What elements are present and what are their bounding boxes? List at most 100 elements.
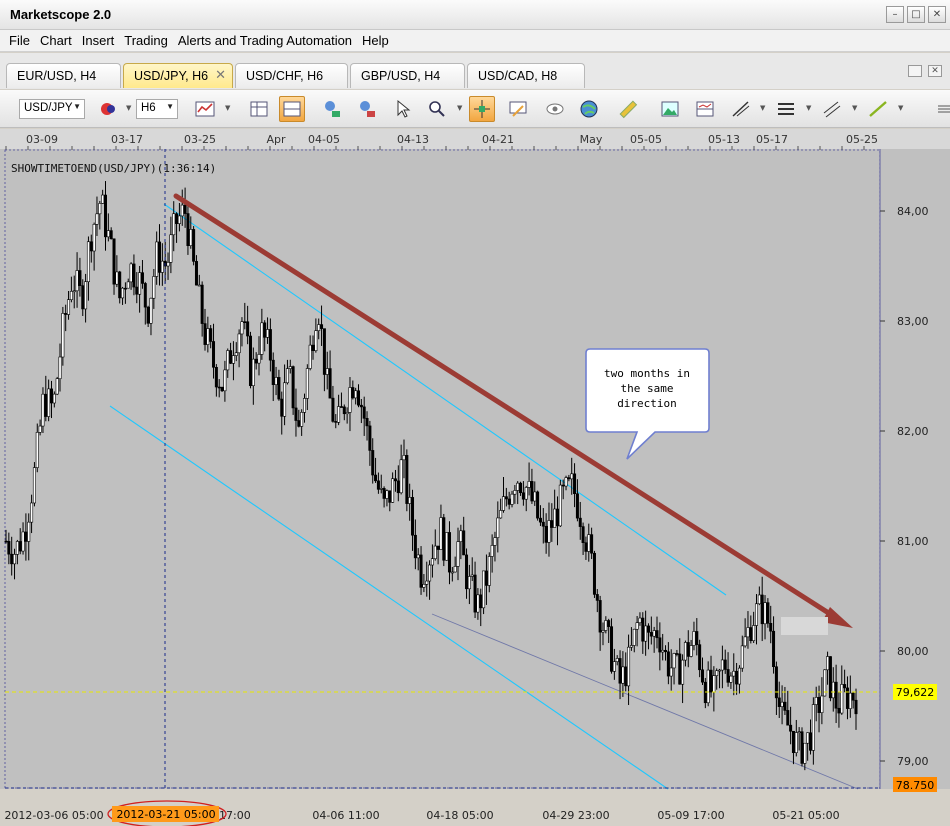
chevron-down-icon[interactable]: ▼ bbox=[852, 104, 857, 112]
chart-toolbar: USD/JPY ▼ ▼ H6 ▼ ▼ ▼ ▼ ▼ ▼ ▼ bbox=[0, 90, 950, 128]
candle-body bbox=[413, 534, 417, 559]
candle-body bbox=[138, 272, 142, 295]
candle-body bbox=[638, 617, 642, 624]
restore-window-icon[interactable] bbox=[908, 65, 922, 77]
menu-help[interactable]: Help bbox=[357, 33, 394, 48]
price-tick-label: 79,00 bbox=[897, 755, 929, 768]
channel-button[interactable] bbox=[819, 96, 845, 122]
channel-icon bbox=[823, 101, 841, 118]
minimize-button[interactable]: – bbox=[886, 6, 904, 23]
candle-body bbox=[735, 670, 739, 685]
candle-body bbox=[499, 510, 503, 519]
close-window-icon[interactable]: ✕ bbox=[928, 65, 942, 77]
candle-body bbox=[143, 283, 147, 308]
chevron-down-icon[interactable]: ▼ bbox=[806, 104, 811, 112]
top-date-label: 05-25 bbox=[846, 133, 878, 146]
table-button[interactable] bbox=[246, 96, 272, 122]
symbol-select[interactable]: USD/JPY ▼ bbox=[19, 99, 85, 119]
close-button[interactable]: ✕ bbox=[928, 6, 946, 23]
highlight-box bbox=[781, 617, 828, 635]
maximize-button[interactable]: □ bbox=[907, 6, 925, 23]
menu-trading[interactable]: Trading bbox=[119, 33, 173, 48]
chart-canvas[interactable]: 03-09 03-17 03-25 Apr 04-05 04-13 04-21 May 05-0… bbox=[0, 129, 950, 826]
candle-body bbox=[700, 669, 704, 683]
candle-body bbox=[709, 669, 713, 693]
candle-body bbox=[231, 355, 235, 364]
timeframe-select[interactable]: H6 ▼ bbox=[136, 99, 178, 119]
chevron-down-icon[interactable]: ▼ bbox=[760, 104, 765, 112]
chevron-down-icon: ▼ bbox=[73, 102, 81, 111]
chevron-down-icon[interactable]: ▼ bbox=[126, 104, 131, 112]
tab-usdjpy[interactable]: USD/JPY, H6 ✕ bbox=[123, 63, 233, 88]
sell-button[interactable] bbox=[354, 96, 380, 122]
tab-label: USD/JPY, H6 bbox=[134, 69, 209, 83]
candle-body bbox=[112, 238, 116, 285]
candle-body bbox=[180, 204, 184, 217]
candle-body bbox=[158, 241, 162, 273]
candle-body bbox=[320, 324, 324, 329]
candle-body bbox=[425, 580, 429, 585]
image-button[interactable] bbox=[657, 96, 683, 122]
candle-body bbox=[780, 701, 784, 707]
candle-body bbox=[308, 344, 312, 369]
bottom-time-label: 04-18 05:00 bbox=[426, 809, 493, 822]
tab-label: GBP/USD, H4 bbox=[361, 69, 441, 83]
trend-arrow[interactable] bbox=[173, 193, 841, 622]
candle-body bbox=[92, 224, 96, 252]
chevron-down-icon[interactable]: ▼ bbox=[457, 104, 462, 112]
candle-body bbox=[501, 496, 505, 511]
candle-body bbox=[632, 628, 636, 646]
candle-body bbox=[533, 491, 537, 502]
candle-body bbox=[334, 421, 338, 423]
tab-gbpusd[interactable]: GBP/USD, H4 bbox=[350, 63, 465, 88]
candle-body bbox=[4, 540, 8, 543]
candle-body bbox=[675, 653, 679, 655]
channel-lower-line[interactable] bbox=[109, 405, 669, 790]
candle-body bbox=[450, 571, 454, 574]
candle-body bbox=[465, 554, 469, 590]
chevron-down-icon[interactable]: ▼ bbox=[225, 104, 230, 112]
layout-button[interactable] bbox=[692, 96, 718, 122]
top-date-label: 03-09 bbox=[26, 133, 58, 146]
crosshair-button[interactable] bbox=[469, 96, 495, 122]
buy-button[interactable] bbox=[319, 96, 345, 122]
line-button[interactable] bbox=[865, 96, 891, 122]
annotation-button[interactable] bbox=[505, 96, 531, 122]
price-chart[interactable]: 03-09 03-17 03-25 Apr 04-05 04-13 04-21 May 05-0… bbox=[0, 129, 950, 826]
globe-button[interactable] bbox=[576, 96, 602, 122]
candle-body bbox=[399, 459, 403, 494]
menu-file[interactable]: File bbox=[4, 33, 35, 48]
candle-body bbox=[237, 333, 241, 354]
candle-body bbox=[433, 545, 437, 559]
chevron-down-icon[interactable]: ▼ bbox=[898, 104, 903, 112]
tab-eurusd[interactable]: EUR/USD, H4 bbox=[6, 63, 121, 88]
candle-body bbox=[44, 393, 48, 417]
price-tick-label: 84,00 bbox=[897, 205, 929, 218]
candle-body bbox=[567, 477, 571, 480]
candle-body bbox=[689, 645, 693, 657]
menu-insert[interactable]: Insert bbox=[77, 33, 120, 48]
ruler-button[interactable] bbox=[615, 96, 641, 122]
menu-chart[interactable]: Chart bbox=[35, 33, 77, 48]
chart-type-button[interactable] bbox=[192, 96, 218, 122]
close-tab-icon[interactable]: ✕ bbox=[215, 67, 226, 83]
candle-body bbox=[13, 554, 17, 565]
tab-usdcad[interactable]: USD/CAD, H8 bbox=[467, 63, 585, 88]
candle-body bbox=[641, 617, 645, 642]
levels-button[interactable] bbox=[773, 96, 799, 122]
cursor-button[interactable] bbox=[389, 96, 415, 122]
menu-alerts[interactable]: Alerts and Trading Automation bbox=[173, 33, 357, 48]
candle-body bbox=[430, 558, 434, 566]
stacked-panes-button[interactable] bbox=[279, 96, 305, 122]
zoom-button[interactable] bbox=[424, 96, 450, 122]
candle-body bbox=[214, 367, 218, 388]
chevron-down-icon: ▼ bbox=[166, 102, 174, 111]
eye-button[interactable] bbox=[542, 96, 568, 122]
more-button[interactable] bbox=[930, 96, 950, 122]
candle-body bbox=[408, 497, 412, 504]
trendline-button[interactable] bbox=[728, 96, 754, 122]
tab-usdchf[interactable]: USD/CHF, H6 bbox=[235, 63, 348, 88]
candle-body bbox=[41, 393, 45, 427]
candle-body bbox=[587, 534, 591, 552]
symbol-icon-button[interactable] bbox=[96, 96, 122, 122]
